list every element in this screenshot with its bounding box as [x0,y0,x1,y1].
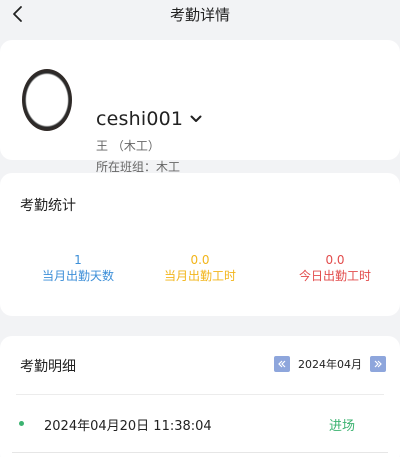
detail-title: 考勤明细 [20,359,76,375]
attendance-stats-card: 考勤统计 1 当月出勤天数 0.0 当月出勤工时 0.0 今日出勤工时 [0,173,400,316]
stats-title: 考勤统计 [20,198,76,214]
stat-month-days: 1 当月出勤天数 [23,253,133,284]
record-type: 进场 [328,419,355,434]
status-dot-icon [19,421,24,426]
double-chevron-left-icon [278,360,286,368]
current-month: 2024年04月 [298,358,362,371]
list-item[interactable]: 2024年04月20日 11:38:04 进场 [0,412,400,434]
double-chevron-right-icon [374,360,382,368]
stat-value: 1 [74,253,82,267]
stat-value: 0.0 [325,253,345,267]
top-bar: 考勤详情 [0,0,400,34]
role-text: 王 （木工） [96,139,160,153]
stat-value: 0.0 [190,253,210,267]
divider [16,394,384,395]
user-selector[interactable]: ceshi001 [96,108,203,130]
attendance-detail-card: 考勤明细 2024年04月 2024年04月20日 11:38:04 进场 [0,336,400,457]
user-name: ceshi001 [96,108,184,130]
stat-label: 当月出勤天数 [41,269,114,283]
stat-label: 今日出勤工时 [298,269,371,283]
stat-label: 当月出勤工时 [163,269,236,283]
avatar [22,69,72,131]
record-time: 2024年04月20日 11:38:04 [44,419,212,434]
profile-card: ceshi001 王 （木工） 所在班组：木工 [0,40,400,174]
next-month-button[interactable] [370,356,386,372]
stat-today-hours: 0.0 今日出勤工时 [280,253,390,284]
page-title: 考勤详情 [169,6,230,24]
chevron-down-icon[interactable] [189,112,203,126]
month-navigator: 2024年04月 [274,356,386,372]
prev-month-button[interactable] [274,356,290,372]
divider [12,452,388,453]
stat-month-hours: 0.0 当月出勤工时 [145,253,255,284]
